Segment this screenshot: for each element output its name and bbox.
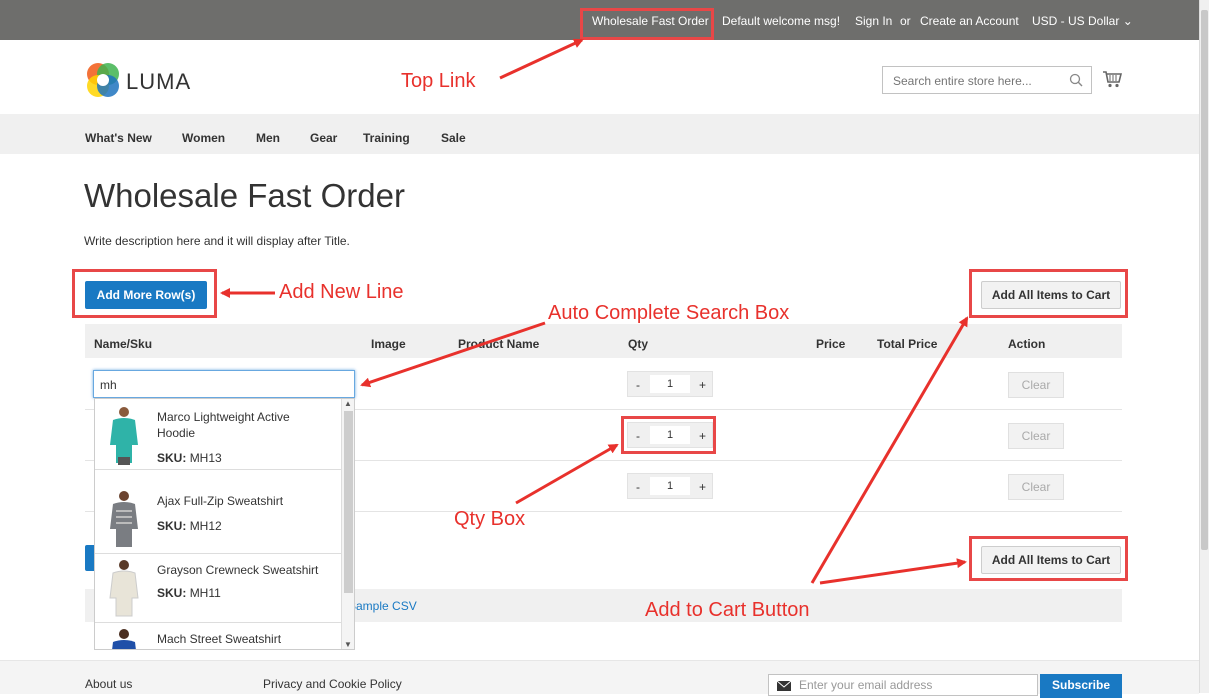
product-thumbnail [109,560,139,617]
product-name: Marco Lightweight Active Hoodie [157,410,290,440]
scrollbar-thumb[interactable] [1201,10,1208,550]
site-search[interactable] [882,66,1092,94]
footer: About us Privacy and Cookie Policy Enter… [0,660,1199,698]
qty-plus-button[interactable]: + [699,378,706,392]
qty-plus-button[interactable]: + [699,480,706,494]
column-header-total-price: Total Price [877,337,938,351]
page-description: Write description here and it will displ… [84,234,350,248]
clear-button-row-2[interactable]: Clear [1008,423,1064,449]
scroll-down-arrow-icon[interactable]: ▼ [342,640,354,649]
arrow-add-cart-bottom [819,558,967,585]
annotation-top-link: Top Link [401,70,476,92]
product-thumbnail [112,629,136,649]
logo-text: LUMA [126,69,192,94]
product-sku: SKU: MH11 [157,586,221,600]
table-header [85,324,1122,358]
autocomplete-item[interactable]: Ajax Full-Zip Sweatshirt SKU: MH12 [95,483,341,554]
luma-logo-icon [87,63,119,97]
sku-value: MH13 [189,451,222,465]
annotation-box-add-all-bottom [969,536,1128,581]
column-header-price: Price [816,337,846,351]
annotation-add-to-cart: Add to Cart Button [645,599,810,621]
annotation-add-new-line: Add New Line [279,281,404,303]
footer-link-about-us[interactable]: About us [85,677,132,691]
search-input-value: mh [100,378,117,392]
annotation-box-top-link [580,8,714,40]
column-header-product-name: Product Name [458,337,540,351]
product-name: Ajax Full-Zip Sweatshirt [157,494,284,508]
page-scrollbar[interactable] [1199,0,1209,693]
column-header-action: Action [1008,337,1046,351]
sku-value: MH12 [189,519,222,533]
annotation-auto-complete: Auto Complete Search Box [548,302,790,324]
qty-input[interactable]: 1 [650,375,690,393]
dropdown-scrollbar-thumb[interactable] [344,411,353,593]
qty-stepper-row-3[interactable]: - 1 + [627,473,713,499]
qty-input[interactable]: 1 [650,477,690,495]
envelope-icon [777,681,791,691]
autocomplete-item[interactable]: Mach Street Sweatshirt [95,621,341,649]
product-name: Grayson Crewneck Sweatshirt [157,563,319,577]
nav-item-training[interactable]: Training [363,131,410,145]
arrow-qty-box [515,443,619,505]
annotation-box-qty [621,416,716,454]
nav-item-gear[interactable]: Gear [310,131,337,145]
sku-label: SKU: [157,451,187,465]
column-header-image: Image [371,337,406,351]
product-sku: SKU: MH12 [157,519,222,533]
column-header-name-sku: Name/Sku [94,337,153,351]
autocomplete-item[interactable]: Grayson Crewneck Sweatshirt SKU: MH11 [95,552,341,623]
luma-logo[interactable] [83,60,123,103]
sign-in-link[interactable]: Sign In [855,14,892,28]
autocomplete-dropdown[interactable]: Marco Lightweight Active Hoodie SKU: MH1… [94,398,355,650]
subscribe-button[interactable]: Subscribe [1040,674,1122,698]
autocomplete-item[interactable]: Marco Lightweight Active Hoodie SKU: MH1… [95,399,341,470]
search-icon[interactable] [1069,73,1083,87]
annotation-box-add-all-top [969,269,1128,318]
main-navigation: What's New Women Men Gear Training Sale [0,114,1199,154]
arrow-top-link [499,38,584,80]
nav-item-men[interactable]: Men [256,131,280,145]
sample-csv-link[interactable]: Sample CSV [348,599,417,613]
currency-label: USD - US Dollar [1032,14,1120,28]
chevron-down-icon: ⌄ [1122,14,1133,28]
sku-label: SKU: [157,586,187,600]
nav-item-whats-new[interactable]: What's New [85,131,152,145]
qty-minus-button[interactable]: - [636,480,640,494]
product-thumbnail [110,491,138,547]
column-header-qty: Qty [628,337,649,351]
cart-icon[interactable] [1102,70,1122,88]
annotation-box-add-more-rows [72,269,217,318]
product-thumbnail [110,407,138,465]
sku-value: MH11 [189,586,221,600]
page-title: Wholesale Fast Order [84,177,405,214]
qty-minus-button[interactable]: - [636,378,640,392]
name-sku-search-input[interactable]: mh [93,370,355,398]
welcome-message: Default welcome msg! [722,14,841,28]
footer-link-privacy[interactable]: Privacy and Cookie Policy [263,677,402,691]
or-text: or [900,14,911,28]
qty-stepper-row-1[interactable]: - 1 + [627,371,713,397]
clear-button-row-3[interactable]: Clear [1008,474,1064,500]
scroll-up-arrow-icon[interactable]: ▲ [342,399,354,408]
create-account-link[interactable]: Create an Account [920,14,1019,28]
search-input[interactable] [891,68,1065,94]
dropdown-scrollbar[interactable]: ▲ ▼ [341,399,354,649]
nav-item-sale[interactable]: Sale [441,131,466,145]
product-name: Mach Street Sweatshirt [157,632,282,646]
annotation-qty-box: Qty Box [454,508,526,530]
nav-item-women[interactable]: Women [182,131,225,145]
product-sku: SKU: MH13 [157,451,222,465]
email-placeholder: Enter your email address [799,678,933,692]
clear-button-row-1[interactable]: Clear [1008,372,1064,398]
sku-label: SKU: [157,519,187,533]
currency-switcher[interactable]: USD - US Dollar ⌄ [1032,14,1133,28]
